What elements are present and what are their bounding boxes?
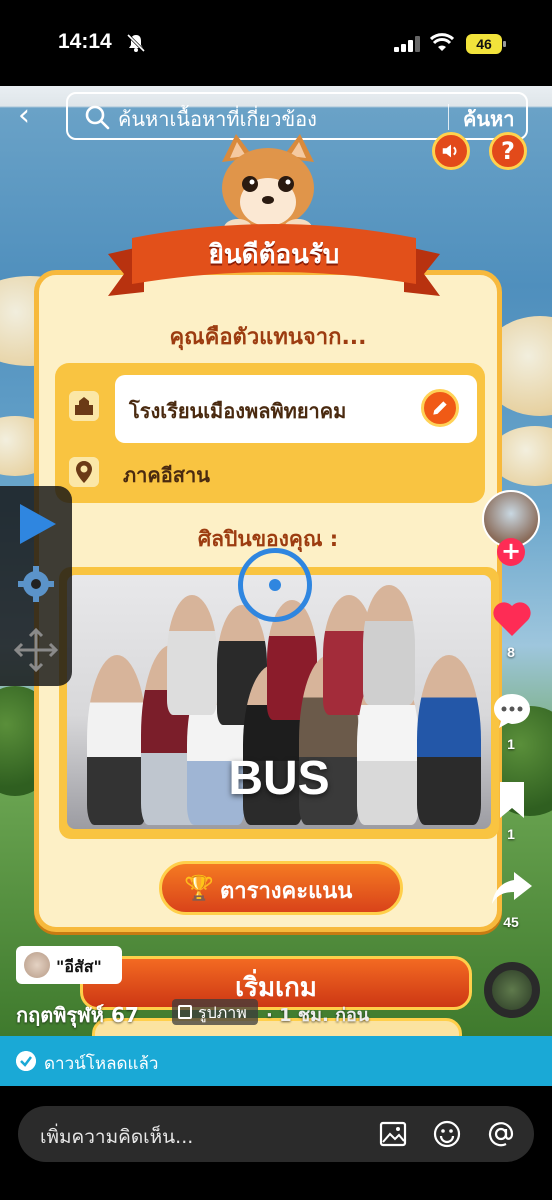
person-figure [167, 595, 217, 715]
tag-avatar [24, 952, 50, 978]
search-icon [85, 105, 110, 130]
trophy-icon: 🏆 [184, 874, 214, 902]
person-figure [363, 585, 415, 705]
author-name[interactable]: กฤตพิรุฬห์ 67 [16, 999, 139, 1031]
floating-control-panel [0, 486, 72, 686]
music-disc-icon[interactable] [484, 962, 540, 1018]
download-banner: ดาวน์โหลดแล้ว [0, 1036, 552, 1086]
card-subtitle: คุณคือตัวแทนจาก... [169, 325, 367, 350]
leaderboard-label: ตารางคะแนน [220, 879, 353, 904]
region-label: ภาคอีสาน [123, 463, 210, 487]
post-time: · 1 ชม. ก่อน [266, 1005, 370, 1026]
tag-text: "อีสัส" [56, 957, 102, 976]
help-button[interactable]: ? [489, 132, 527, 170]
school-field[interactable]: โรงเรียนเมืองพลพิทยาคม [115, 375, 477, 443]
battery-indicator: 46 [466, 34, 506, 54]
mention-icon[interactable] [486, 1119, 516, 1149]
download-status: ดาวน์โหลดแล้ว [44, 1054, 159, 1074]
bell-off-icon [126, 33, 146, 53]
bookmark-icon[interactable] [490, 778, 534, 822]
save-count: 1 [507, 826, 515, 842]
comment-placeholder: เพิ่มความคิดเห็น... [40, 1126, 194, 1148]
status-time: 14:14 [58, 30, 112, 53]
check-circle-icon [16, 1051, 36, 1071]
welcome-banner: ยินดีต้อนรับ [208, 240, 340, 270]
tag-chip[interactable]: "อีสัส" [16, 946, 122, 984]
leaderboard-button[interactable]: 🏆 ตารางคะแนน [159, 861, 403, 915]
status-bar: 14:14 46 [0, 0, 552, 86]
move-icon[interactable] [12, 626, 60, 674]
school-info-box: โรงเรียนเมืองพลพิทยาคม ภาคอีสาน [55, 363, 485, 503]
comment-icon[interactable] [490, 688, 534, 732]
school-name: โรงเรียนเมืองพลพิทยาคม [129, 399, 347, 423]
target-cursor-icon [238, 548, 312, 622]
photo-stack-icon [178, 1005, 192, 1019]
speaker-icon [442, 144, 457, 158]
share-icon[interactable] [490, 866, 534, 910]
image-icon[interactable] [378, 1119, 408, 1149]
search-divider [448, 104, 449, 130]
back-button[interactable]: ‹ [18, 101, 46, 132]
signal-icon [394, 36, 420, 52]
media-type-label: รูปภาพ [198, 1003, 247, 1022]
building-icon [69, 391, 99, 421]
heart-icon[interactable] [490, 596, 534, 640]
media-type-badge: รูปภาพ [172, 999, 258, 1025]
wifi-icon [430, 33, 454, 51]
comment-bar: เพิ่มความคิดเห็น... [0, 1086, 552, 1200]
emoji-icon[interactable] [432, 1119, 462, 1149]
play-icon[interactable] [14, 502, 58, 546]
comment-count: 1 [507, 736, 515, 752]
search-button[interactable]: ค้นหา [463, 103, 514, 135]
share-count: 45 [503, 914, 519, 930]
like-count: 8 [507, 644, 515, 660]
comment-input[interactable]: เพิ่มความคิดเห็น... [18, 1106, 534, 1162]
location-pin-icon [69, 457, 99, 487]
sound-button[interactable] [432, 132, 470, 170]
pencil-icon [433, 401, 447, 415]
search-input[interactable]: ค้นหาเนื้อหาที่เกี่ยวข้อง [118, 103, 317, 135]
edit-school-button[interactable] [421, 389, 459, 427]
follow-button[interactable]: + [497, 538, 525, 566]
gear-icon[interactable] [16, 564, 56, 604]
artist-name: BUS [228, 752, 330, 805]
